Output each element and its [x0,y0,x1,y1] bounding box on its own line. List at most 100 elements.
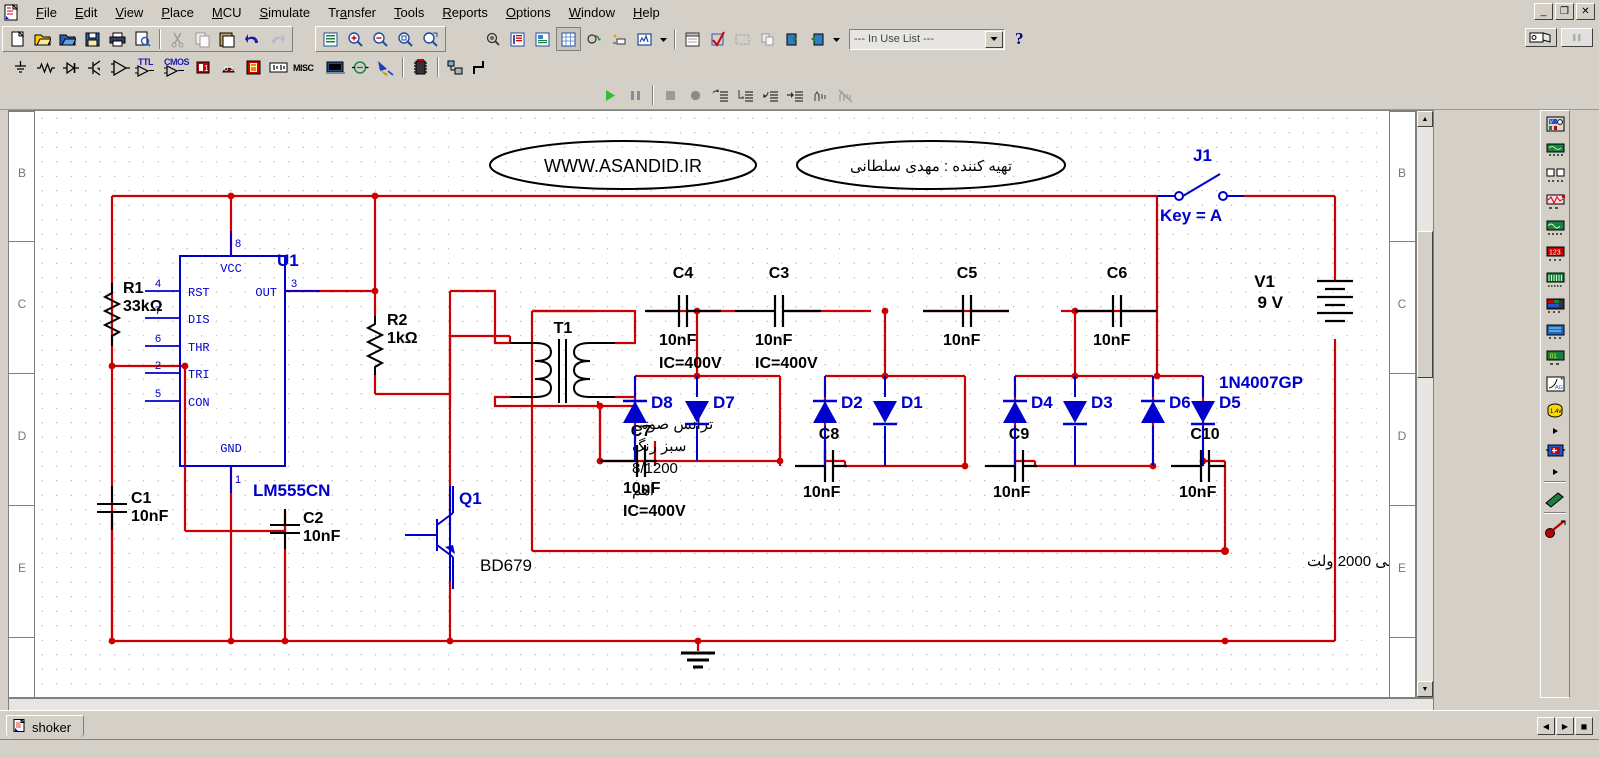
vertical-scrollbar[interactable]: ▲ ▼ [1416,110,1434,698]
spreadsheet-view-icon[interactable] [506,28,529,50]
bode-plotter-icon[interactable]: 123 [1543,242,1567,267]
component-q1-transistor[interactable]: Q1 BD679 [405,486,532,589]
open-design-icon[interactable] [56,28,79,50]
run-to-cursor-icon[interactable] [784,84,807,106]
tab-next-button[interactable]: ▶ [1556,717,1574,735]
place-analog-icon[interactable] [109,56,132,78]
tab-prev-button[interactable]: ◀ [1537,717,1555,735]
multimeter-icon[interactable]: V [1543,112,1567,137]
print-icon[interactable] [106,28,129,50]
component-c8-capacitor[interactable]: C8 10nF [795,426,847,501]
menu-file[interactable]: File [27,2,66,23]
distortion-analyzer-icon[interactable]: 1.4v [1543,398,1567,423]
agilent-instrument-dropdown-icon[interactable] [1543,465,1567,479]
ground-symbol[interactable] [681,641,715,669]
record-icon[interactable] [684,84,707,106]
place-bus-icon[interactable] [469,56,492,78]
component-c9-capacitor[interactable]: C9 10nF [985,426,1037,501]
electrical-rules-check-icon[interactable] [681,28,704,50]
step-into-icon[interactable] [709,84,732,106]
logic-analyzer-icon[interactable]: 01 [1543,346,1567,371]
schematic-sheet[interactable]: VCC RST DIS THR TRI CON OUT GND 8 4 7 6 … [34,110,1390,698]
grapher-icon[interactable] [583,28,606,50]
menu-reports[interactable]: Reports [433,2,497,23]
place-indicator-icon[interactable] [242,56,265,78]
place-mcu-icon[interactable] [409,56,432,78]
place-cmos-icon[interactable]: CMOS [162,56,190,78]
postprocessor-icon[interactable] [608,28,631,50]
component-v1-battery[interactable]: V1 9 V [1254,272,1353,323]
place-power-component-icon[interactable] [267,56,290,78]
place-advanced-peripherals-icon[interactable] [324,56,347,78]
in-place-edit-icon[interactable] [1525,28,1557,47]
component-c5-capacitor[interactable]: C5 10nF [923,265,1009,349]
wattmeter-icon[interactable] [1543,164,1567,189]
undo-icon[interactable] [241,28,264,50]
place-ttl-icon[interactable]: TTL [134,56,160,78]
paste-icon[interactable] [216,28,239,50]
tab-close-button[interactable]: ◼ [1575,717,1593,735]
close-button[interactable]: ✕ [1576,3,1595,20]
place-basic-icon[interactable] [34,56,57,78]
chevron-down-icon[interactable] [985,30,1003,48]
component-d6-diode[interactable]: D6 [1141,376,1191,466]
design-toolbox-icon[interactable] [481,28,504,50]
menu-simulate[interactable]: Simulate [250,2,319,23]
pause-icon[interactable] [624,84,647,106]
zoom-fit-icon[interactable] [419,28,442,50]
check-mark-icon[interactable] [706,28,729,50]
component-c4-capacitor[interactable]: C4 10nF IC=400V [645,265,722,372]
run-icon[interactable] [599,84,622,106]
component-d3-diode[interactable]: D3 [1063,376,1113,466]
zoom-out-icon[interactable] [369,28,392,50]
four-channel-oscilloscope-icon[interactable] [1543,216,1567,241]
frequency-counter-icon[interactable] [1543,268,1567,293]
measurement-probe-icon[interactable] [1543,485,1567,510]
transfer-to-ultiboard-icon[interactable] [781,28,804,50]
current-probe-icon[interactable] [1543,516,1567,541]
print-preview-icon[interactable] [131,28,154,50]
menu-help[interactable]: Help [624,2,669,23]
component-d2-diode[interactable]: D2 [813,376,863,466]
remove-all-breakpoints-icon[interactable] [834,84,857,106]
menu-window[interactable]: Window [560,2,624,23]
component-d1-diode[interactable]: D1 [873,376,923,466]
place-hierarchical-block-icon[interactable] [444,56,467,78]
menu-edit[interactable]: Edit [66,2,106,23]
step-out-icon[interactable] [759,84,782,106]
spectrum-analyzer-icon[interactable] [1543,424,1567,438]
component-c10-capacitor[interactable]: C10 10nF [1171,426,1225,501]
place-diode-icon[interactable] [59,56,82,78]
step-over-icon[interactable] [734,84,757,106]
stop-icon[interactable] [659,84,682,106]
component-wizard-icon[interactable] [556,27,581,51]
place-mixed-icon[interactable]: 0 1 [217,56,240,78]
save-icon[interactable] [81,28,104,50]
in-use-list-combo[interactable]: --- In Use List --- [849,28,1005,50]
component-j1-switch[interactable]: J1 Key = A [1157,146,1244,225]
scroll-up-button[interactable]: ▲ [1417,111,1433,127]
database-manager-icon[interactable] [531,28,554,50]
scroll-down-button[interactable]: ▼ [1417,681,1433,697]
restore-button[interactable]: ❐ [1555,3,1574,20]
component-c6-capacitor[interactable]: C6 10nF [1075,265,1157,349]
place-misc-icon[interactable]: MISC [292,56,322,78]
toggle-breakpoint-icon[interactable] [809,84,832,106]
annotate-dropdown-arrow-icon[interactable] [831,28,842,50]
sheet-tab-sh oker[interactable]: shoker [6,715,85,738]
component-c2-capacitor[interactable]: C2 10nF [270,509,341,549]
application-icon[interactable] [3,3,21,22]
toggle-fullscreen-icon[interactable] [319,28,342,50]
menu-mcu[interactable]: MCU [203,2,251,23]
help-button[interactable]: ? [1015,29,1024,49]
forward-annotate-icon[interactable] [806,28,829,50]
place-transistor-icon[interactable] [84,56,107,78]
open-icon[interactable] [31,28,54,50]
zoom-area-icon[interactable] [394,28,417,50]
component-d4-diode[interactable]: D4 [1003,376,1053,466]
analysis-icon[interactable] [633,28,656,50]
menu-tools[interactable]: Tools [385,2,433,23]
menu-view[interactable]: View [106,2,152,23]
component-c3-capacitor[interactable]: C3 10nF IC=400V [735,265,821,372]
menu-transfer[interactable]: Transfer [319,2,385,23]
